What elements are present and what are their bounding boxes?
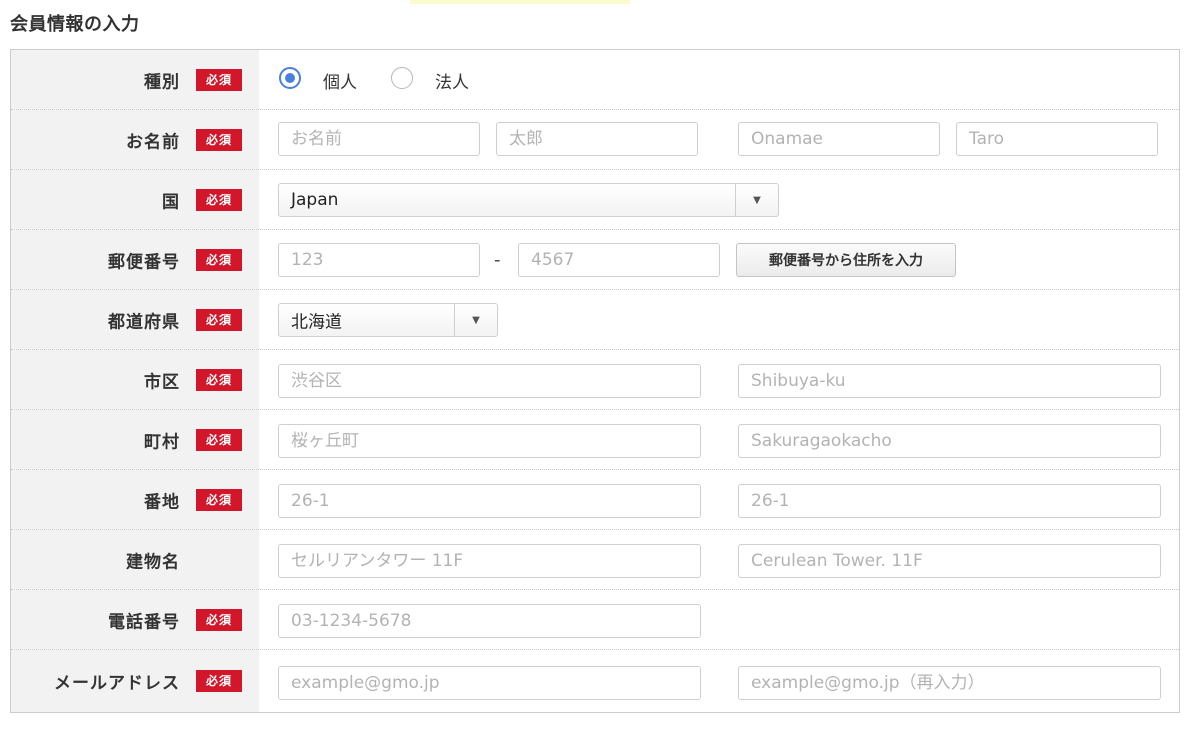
required-badge: 必須 xyxy=(196,248,242,271)
label-cell: 建物名 xyxy=(11,530,259,589)
city-kanji-input[interactable] xyxy=(278,364,701,398)
label-cell: 番地 必須 xyxy=(11,470,259,529)
radio-label-corporate: 法人 xyxy=(435,72,469,93)
email-confirm-input[interactable] xyxy=(738,666,1161,700)
row-building: 建物名 xyxy=(11,530,1179,590)
label-cell: 国 必須 xyxy=(11,170,259,229)
required-badge: 必須 xyxy=(196,68,242,91)
label-cell: 電話番号 必須 xyxy=(11,590,259,649)
building-roman-input[interactable] xyxy=(738,544,1161,578)
row-country: 国 必須 Japan ▼ xyxy=(11,170,1179,230)
row-town: 町村 必須 xyxy=(11,410,1179,470)
section-title: 会員情報の入力 xyxy=(10,14,140,35)
town-roman-input[interactable] xyxy=(738,424,1161,458)
field-cell: 北海道 ▼ xyxy=(259,290,1179,349)
label-cell: 都道府県 必須 xyxy=(11,290,259,349)
postal-code-second-input[interactable] xyxy=(518,243,720,277)
town-kanji-input[interactable] xyxy=(278,424,701,458)
field-cell xyxy=(259,650,1179,712)
required-badge: 必須 xyxy=(196,188,242,211)
postal-code-first-input[interactable] xyxy=(278,243,480,277)
label-town: 町村 xyxy=(144,432,180,452)
last-name-kanji-input[interactable] xyxy=(278,122,480,156)
required-badge: 必須 xyxy=(196,608,242,631)
label-phone: 電話番号 xyxy=(108,612,180,632)
address-lookup-button[interactable]: 郵便番号から住所を入力 xyxy=(736,243,956,277)
label-city: 市区 xyxy=(144,372,180,392)
label-cell: 種別 必須 xyxy=(11,50,259,109)
field-cell xyxy=(259,590,1179,649)
required-badge: 必須 xyxy=(196,368,242,391)
label-cell: 市区 必須 xyxy=(11,350,259,409)
radio-individual[interactable]: 個人 xyxy=(279,66,379,94)
label-type: 種別 xyxy=(144,72,180,92)
required-badge: 必須 xyxy=(196,428,242,451)
phone-input[interactable] xyxy=(278,604,701,638)
row-email: メールアドレス 必須 xyxy=(11,650,1179,712)
label-country: 国 xyxy=(162,192,180,212)
member-info-form: 種別 必須 個人 法人 お名前 必須 国 xyxy=(10,49,1180,713)
required-badge: 必須 xyxy=(196,308,242,331)
postal-separator: - xyxy=(494,249,501,270)
email-input[interactable] xyxy=(278,666,701,700)
label-cell: 町村 必須 xyxy=(11,410,259,469)
country-select[interactable]: Japan ▼ xyxy=(278,183,779,217)
required-badge: 必須 xyxy=(196,670,242,692)
top-highlight-bar xyxy=(410,0,630,4)
field-cell xyxy=(259,530,1179,589)
label-name: お名前 xyxy=(126,132,180,152)
row-type: 種別 必須 個人 法人 xyxy=(11,50,1179,110)
prefecture-select[interactable]: 北海道 ▼ xyxy=(278,303,498,337)
first-name-roman-input[interactable] xyxy=(956,122,1158,156)
last-name-roman-input[interactable] xyxy=(738,122,940,156)
chevron-down-icon[interactable]: ▼ xyxy=(454,304,497,336)
label-postal: 郵便番号 xyxy=(108,252,180,272)
first-name-kanji-input[interactable] xyxy=(496,122,698,156)
field-cell xyxy=(259,410,1179,469)
field-cell xyxy=(259,110,1179,169)
label-building: 建物名 xyxy=(126,552,180,572)
radio-checked-icon[interactable] xyxy=(279,66,301,89)
chevron-down-icon[interactable]: ▼ xyxy=(735,184,778,216)
label-email: メールアドレス xyxy=(54,673,180,694)
city-roman-input[interactable] xyxy=(738,364,1161,398)
radio-unchecked-icon[interactable] xyxy=(391,66,413,89)
building-kanji-input[interactable] xyxy=(278,544,701,578)
prefecture-select-value: 北海道 xyxy=(291,312,342,333)
row-name: お名前 必須 xyxy=(11,110,1179,170)
row-phone: 電話番号 必須 xyxy=(11,590,1179,650)
field-cell xyxy=(259,470,1179,529)
required-badge: 必須 xyxy=(196,488,242,511)
field-cell: - 郵便番号から住所を入力 xyxy=(259,230,1179,289)
field-cell: Japan ▼ xyxy=(259,170,1179,229)
label-cell: 郵便番号 必須 xyxy=(11,230,259,289)
row-block: 番地 必須 xyxy=(11,470,1179,530)
row-postal: 郵便番号 必須 - 郵便番号から住所を入力 xyxy=(11,230,1179,290)
required-badge: 必須 xyxy=(196,128,242,151)
row-city: 市区 必須 xyxy=(11,350,1179,410)
block-number-roman-input[interactable] xyxy=(738,484,1161,518)
label-cell: メールアドレス 必須 xyxy=(11,650,259,712)
label-block: 番地 xyxy=(144,492,180,512)
radio-label-individual: 個人 xyxy=(323,72,357,93)
block-number-input[interactable] xyxy=(278,484,701,518)
row-prefecture: 都道府県 必須 北海道 ▼ xyxy=(11,290,1179,350)
radio-corporate[interactable]: 法人 xyxy=(391,66,491,94)
field-cell: 個人 法人 xyxy=(259,50,1179,109)
label-cell: お名前 必須 xyxy=(11,110,259,169)
field-cell xyxy=(259,350,1179,409)
label-prefecture: 都道府県 xyxy=(108,312,180,332)
country-select-value: Japan xyxy=(291,190,339,210)
